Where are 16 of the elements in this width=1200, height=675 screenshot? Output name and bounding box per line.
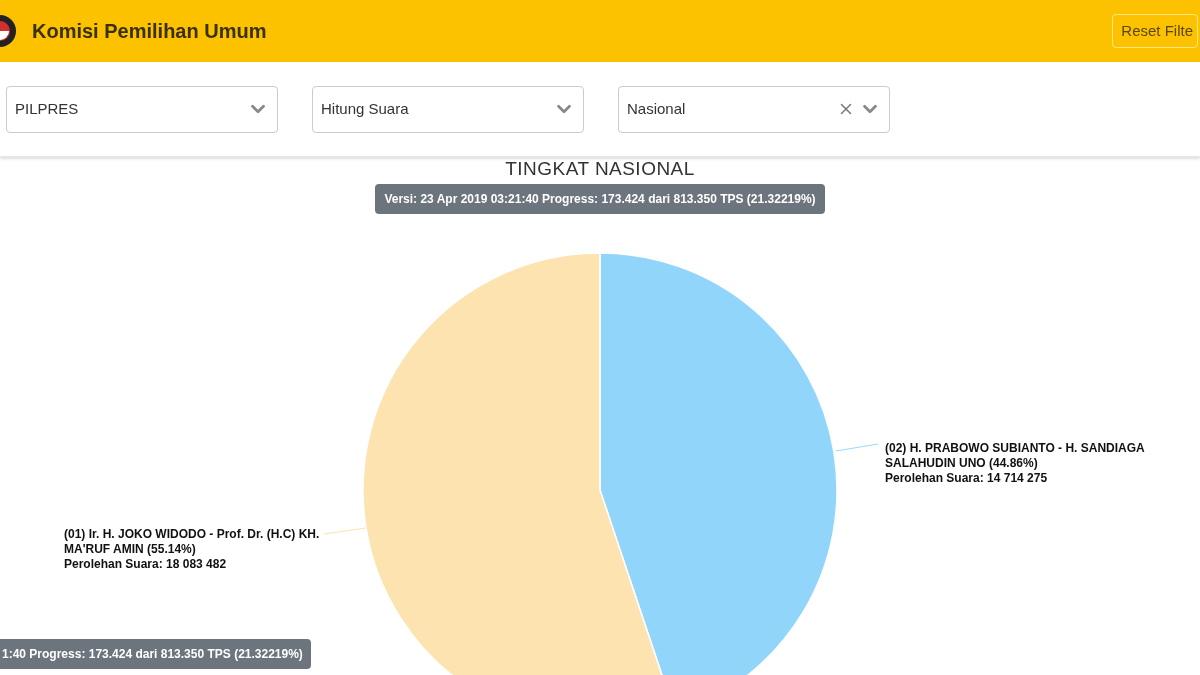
- leader-line: [835, 443, 879, 452]
- filter-dropdown[interactable]: Nasional: [618, 85, 890, 133]
- vote-count: Perolehan Suara: 18 083 482: [64, 557, 228, 572]
- version-badge: Versi: 23 Apr 2019 03:21:40 Progress: 173.424 dari 813.350 TPS (21.32219%): [375, 184, 825, 214]
- filter-dropdown[interactable]: PILPRES: [6, 85, 278, 133]
- vote-count: Perolehan Suara: 14 714 275: [885, 471, 1049, 486]
- leader-line: [323, 527, 367, 535]
- chart-title: TINGKAT NASIONAL: [504, 158, 696, 180]
- slice-label: (02) H. PRABOWO SUBIANTO - H. SANDIAGA SALAHUDIN UNO (44.86%): [885, 441, 1146, 471]
- tooltip: 1:40 Progress: 173.424 dari 813.350 TPS (21.32219%): [0, 639, 311, 669]
- emblem-icon: [0, 13, 16, 49]
- slice-label: (01) Ir. H. JOKO WIDODO - Prof. Dr. (H.C) KH. MA'RUF AMIN (55.14%): [64, 527, 321, 557]
- filter-dropdown[interactable]: Hitung Suara: [312, 85, 584, 133]
- reset-filter-button[interactable]: Reset Filte: [1112, 14, 1198, 48]
- site-title: Komisi Pemilihan Umum: [32, 19, 267, 44]
- pie-slice[interactable]: [599, 252, 838, 675]
